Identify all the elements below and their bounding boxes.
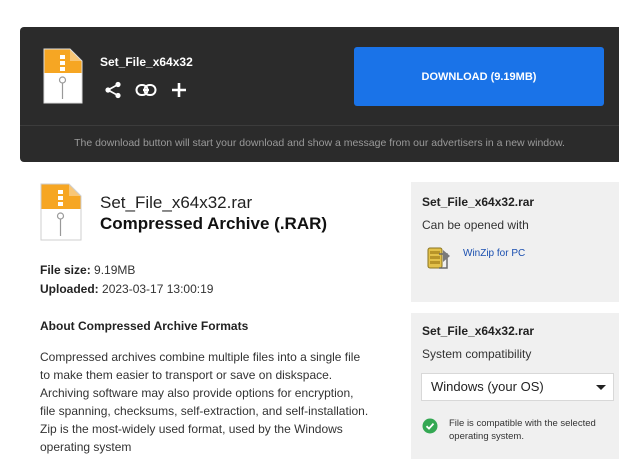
uploaded-label: Uploaded:	[40, 282, 99, 296]
download-notice: The download button will start your down…	[74, 137, 565, 149]
about-text: Compressed archives combine multiple fil…	[40, 350, 369, 454]
file-name-heading: Set_File_x64x32.rar	[100, 193, 253, 212]
file-size-row: File size: 9.19MB	[40, 263, 135, 277]
compat-message: File is compatible with the selected ope…	[449, 418, 596, 442]
compatibility-panel: Set_File_x64x32.rar System compatibility…	[411, 313, 619, 459]
about-title: About Compressed Archive Formats	[40, 319, 249, 333]
os-select-value: Windows (your OS)	[431, 379, 544, 394]
download-button[interactable]: DOWNLOAD (9.19MB)	[354, 47, 604, 106]
uploaded-value: 2023-03-17 13:00:19	[102, 282, 214, 296]
file-size-value: 9.19MB	[94, 263, 136, 277]
header-actions	[102, 79, 190, 101]
open-with-subtitle: Can be opened with	[422, 218, 529, 232]
uploaded-row: Uploaded: 2023-03-17 13:00:19	[40, 282, 213, 296]
link-icon[interactable]	[135, 79, 157, 101]
header-filename: Set_File_x64x32	[100, 55, 193, 69]
open-with-panel: Set_File_x64x32.rar Can be opened with W…	[411, 182, 619, 302]
check-circle-icon	[422, 418, 438, 439]
archive-file-icon	[39, 182, 83, 247]
file-zip-icon	[42, 47, 84, 110]
plus-icon[interactable]	[168, 79, 190, 101]
file-type-heading: Compressed Archive (.RAR)	[100, 214, 328, 233]
compat-filename: Set_File_x64x32.rar	[422, 324, 535, 338]
file-size-label: File size:	[40, 263, 91, 277]
compat-subtitle: System compatibility	[422, 347, 532, 361]
open-with-filename: Set_File_x64x32.rar	[422, 195, 535, 209]
os-select[interactable]: Windows (your OS)	[421, 373, 614, 401]
share-icon[interactable]	[102, 79, 124, 101]
download-header: Set_File_x64x32 DOWNLOAD (9.19MB) The do…	[20, 27, 619, 162]
header-divider	[20, 125, 619, 126]
winzip-link[interactable]: WinZip for PC	[463, 248, 525, 259]
winzip-icon[interactable]	[425, 244, 453, 277]
chevron-down-icon	[596, 385, 606, 390]
